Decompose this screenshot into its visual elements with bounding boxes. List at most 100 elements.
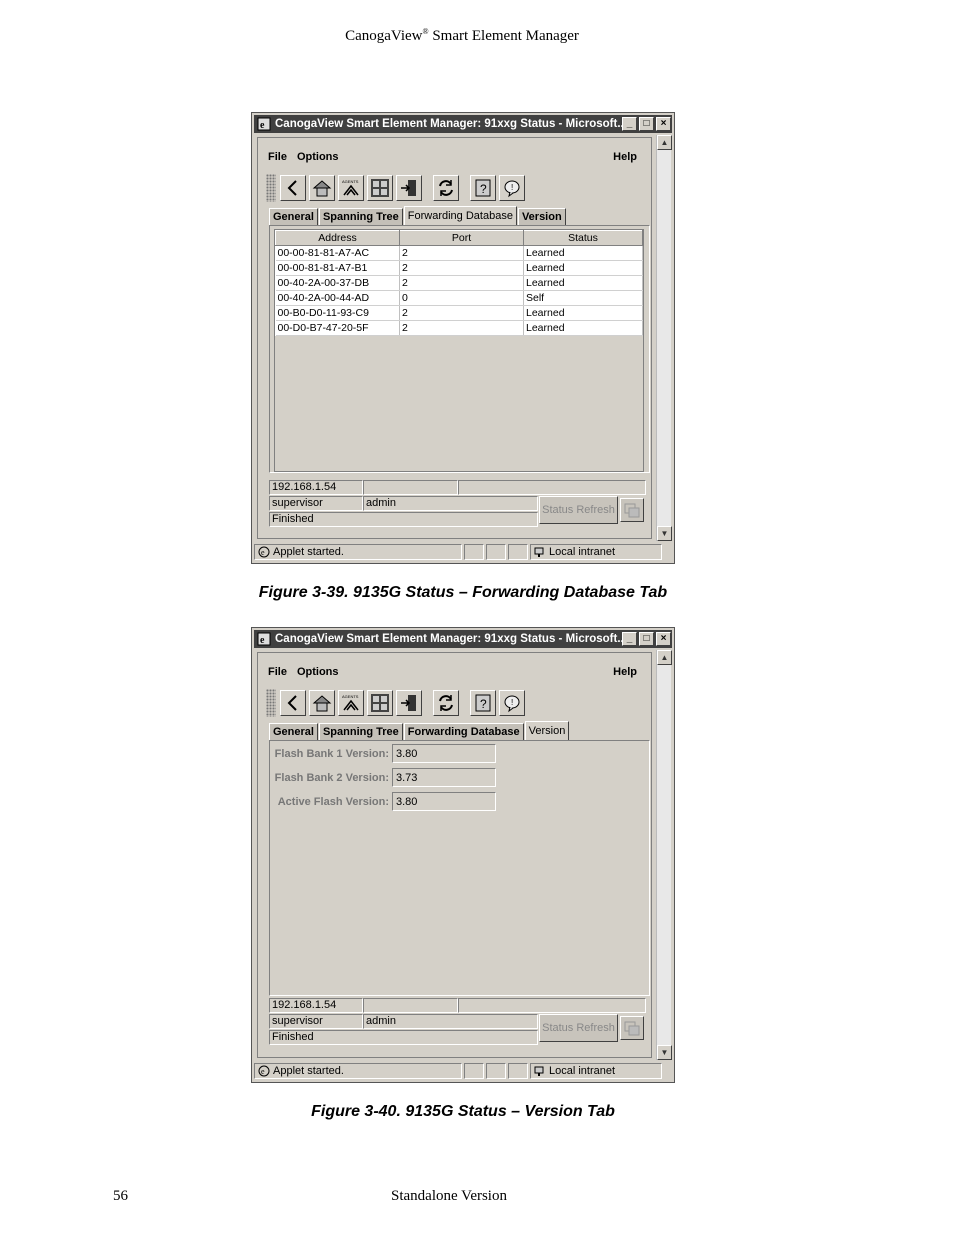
intranet-icon bbox=[534, 1066, 544, 1076]
table-row[interactable]: 00-00-81-81-A7-AC 2 Learned bbox=[275, 245, 643, 261]
vertical-scrollbar[interactable]: ▲ ▼ bbox=[656, 650, 672, 1060]
footer-text: Standalone Version bbox=[391, 1188, 507, 1204]
access-level: admin bbox=[363, 496, 538, 511]
cell-address: 00-B0-D0-11-93-C9 bbox=[275, 305, 400, 321]
close-button[interactable]: × bbox=[656, 632, 671, 646]
window-button[interactable] bbox=[620, 1016, 644, 1040]
applet-status: e Applet started. bbox=[254, 1063, 462, 1079]
vertical-scrollbar[interactable]: ▲ ▼ bbox=[656, 135, 672, 541]
toolbar-grip[interactable] bbox=[266, 689, 276, 717]
header-brand: CanogaView bbox=[345, 28, 423, 44]
tab-general[interactable]: General bbox=[269, 723, 318, 740]
svg-text:e: e bbox=[261, 1067, 265, 1076]
flash-bank-1-field: 3.80 bbox=[392, 744, 496, 763]
scroll-down-icon[interactable]: ▼ bbox=[657, 1045, 672, 1060]
applet-content: File Options Help AGENTS ? ! General Spa… bbox=[257, 137, 652, 539]
cell-status: Learned bbox=[523, 275, 643, 291]
column-header-status[interactable]: Status bbox=[523, 230, 643, 246]
column-header-port[interactable]: Port bbox=[399, 230, 524, 246]
info-button[interactable]: ! bbox=[499, 690, 525, 716]
menu-options[interactable]: Options bbox=[297, 151, 339, 167]
agents-button[interactable]: AGENTS bbox=[338, 175, 364, 201]
back-button[interactable] bbox=[280, 175, 306, 201]
menu-file[interactable]: File bbox=[268, 151, 287, 167]
table-row[interactable]: 00-40-2A-00-44-AD 0 Self bbox=[275, 290, 643, 306]
cell-address: 00-40-2A-00-44-AD bbox=[275, 290, 400, 306]
svg-text:e: e bbox=[260, 635, 265, 646]
cell-status: Learned bbox=[523, 260, 643, 276]
agents-button[interactable]: AGENTS bbox=[338, 690, 364, 716]
tab-strip: General Spanning Tree Forwarding Databas… bbox=[269, 721, 570, 741]
menu-file[interactable]: File bbox=[268, 666, 287, 682]
back-button[interactable] bbox=[280, 690, 306, 716]
toolbar: AGENTS ? ! bbox=[266, 688, 528, 718]
tab-forwarding-database[interactable]: Forwarding Database bbox=[403, 723, 524, 740]
grid-button[interactable] bbox=[367, 175, 393, 201]
help-button[interactable]: ? bbox=[470, 690, 496, 716]
info-blank-1 bbox=[363, 998, 458, 1013]
minimize-button[interactable]: _ bbox=[622, 632, 637, 646]
back-icon bbox=[287, 695, 297, 711]
menu-help[interactable]: Help bbox=[613, 666, 637, 678]
menu-bar: File Options Help bbox=[268, 151, 651, 167]
toolbar-grip[interactable] bbox=[266, 174, 276, 202]
menu-bar: File Options Help bbox=[268, 666, 651, 682]
home-button[interactable] bbox=[309, 690, 335, 716]
help-button[interactable]: ? bbox=[470, 175, 496, 201]
refresh-button[interactable] bbox=[433, 175, 459, 201]
maximize-button[interactable]: □ bbox=[639, 632, 654, 646]
forwarding-table-area: Address Port Status 00-00-81-81-A7-AC 2 Le… bbox=[274, 229, 644, 472]
forwarding-table: Address Port Status 00-00-81-81-A7-AC 2 Le… bbox=[275, 230, 643, 336]
cell-port: 2 bbox=[399, 260, 524, 276]
status-pane-2 bbox=[486, 1063, 506, 1079]
scroll-up-icon[interactable]: ▲ bbox=[657, 650, 672, 665]
cell-port: 2 bbox=[399, 320, 524, 336]
page-icon: e bbox=[258, 1065, 270, 1077]
svg-text:e: e bbox=[261, 548, 265, 557]
tab-spanning-tree[interactable]: Spanning Tree bbox=[318, 208, 403, 225]
status-refresh-button[interactable]: Status Refresh bbox=[539, 496, 618, 524]
tab-spanning-tree[interactable]: Spanning Tree bbox=[318, 723, 403, 740]
status-pane-3 bbox=[508, 544, 528, 560]
security-zone: Local intranet bbox=[530, 544, 662, 560]
column-header-address[interactable]: Address bbox=[275, 230, 400, 246]
info-button[interactable]: ! bbox=[499, 175, 525, 201]
title-bar[interactable]: e CanogaView Smart Element Manager: 91xx… bbox=[254, 115, 672, 133]
scroll-up-icon[interactable]: ▲ bbox=[657, 135, 672, 150]
window-title: CanogaView Smart Element Manager: 91xxg … bbox=[275, 633, 622, 645]
refresh-button[interactable] bbox=[433, 690, 459, 716]
applet-status-text: Applet started. bbox=[273, 546, 344, 558]
tab-general[interactable]: General bbox=[269, 208, 318, 225]
agents-icon: AGENTS bbox=[342, 694, 359, 711]
exit-button[interactable] bbox=[396, 690, 422, 716]
applet-status-text: Applet started. bbox=[273, 1065, 344, 1077]
menu-help[interactable]: Help bbox=[613, 151, 637, 163]
table-row[interactable]: 00-B0-D0-11-93-C9 2 Learned bbox=[275, 305, 643, 321]
maximize-button[interactable]: □ bbox=[639, 117, 654, 131]
cell-address: 00-40-2A-00-37-DB bbox=[275, 275, 400, 291]
connection-info: 192.168.1.54 supervisor admin Finished S… bbox=[269, 998, 650, 1058]
scroll-down-icon[interactable]: ▼ bbox=[657, 526, 672, 541]
exit-button[interactable] bbox=[396, 175, 422, 201]
table-row[interactable]: 00-D0-B7-47-20-5F 2 Learned bbox=[275, 320, 643, 336]
minimize-button[interactable]: _ bbox=[622, 117, 637, 131]
header-rest: Smart Element Manager bbox=[428, 28, 579, 44]
svg-text:!: ! bbox=[511, 698, 513, 707]
back-icon bbox=[287, 180, 297, 196]
menu-options[interactable]: Options bbox=[297, 666, 339, 682]
window-button[interactable] bbox=[620, 498, 644, 522]
user-name: supervisor bbox=[269, 496, 363, 511]
close-button[interactable]: × bbox=[656, 117, 671, 131]
tab-version[interactable]: Version bbox=[524, 721, 570, 740]
table-row[interactable]: 00-40-2A-00-37-DB 2 Learned bbox=[275, 275, 643, 291]
table-row[interactable]: 00-00-81-81-A7-B1 2 Learned bbox=[275, 260, 643, 276]
title-bar[interactable]: e CanogaView Smart Element Manager: 91xx… bbox=[254, 630, 672, 648]
home-button[interactable] bbox=[309, 175, 335, 201]
grid-button[interactable] bbox=[367, 690, 393, 716]
status-refresh-button[interactable]: Status Refresh bbox=[539, 1014, 618, 1042]
flash-bank-2-field: 3.73 bbox=[392, 768, 496, 787]
security-zone-text: Local intranet bbox=[549, 1065, 616, 1077]
tab-forwarding-database[interactable]: Forwarding Database bbox=[403, 206, 517, 225]
cell-status: Learned bbox=[523, 305, 643, 321]
tab-version[interactable]: Version bbox=[517, 208, 566, 225]
